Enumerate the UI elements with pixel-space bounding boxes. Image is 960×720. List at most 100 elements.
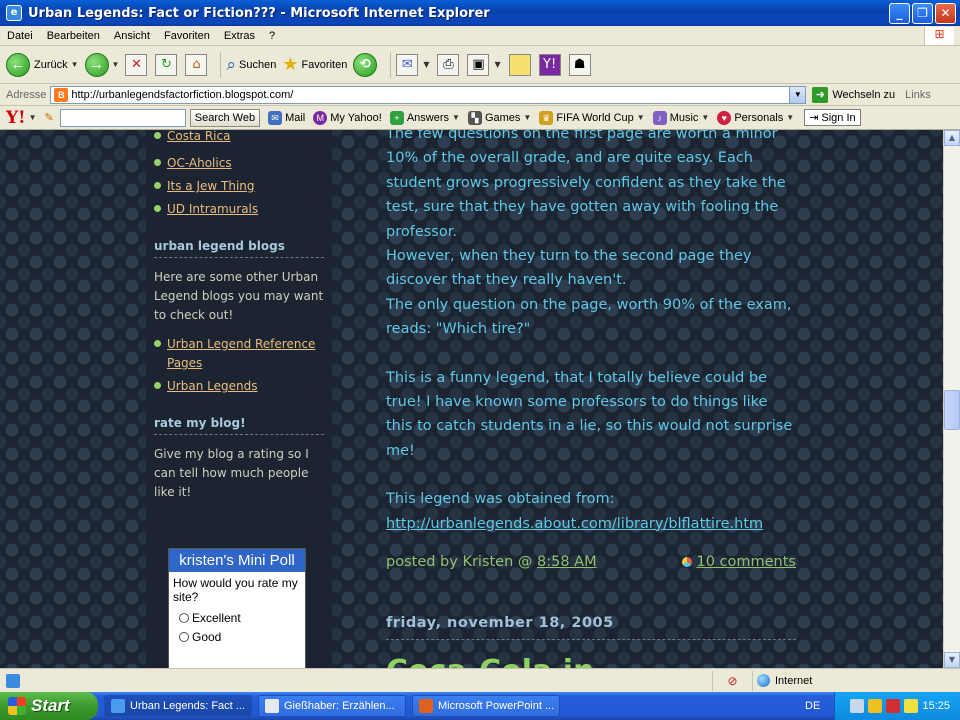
taskbar-button-powerpoint[interactable]: Microsoft PowerPoint ... [412, 695, 560, 717]
security-icon[interactable] [868, 699, 883, 713]
bullet-icon [154, 159, 161, 166]
sidebar-link-item: Urban Legends [154, 377, 332, 396]
maximize-button[interactable]: ❐ [912, 2, 933, 24]
scroll-thumb[interactable] [944, 390, 960, 430]
forward-button[interactable]: → ▼ [84, 52, 120, 77]
menu-edit[interactable]: Bearbeiten [40, 30, 107, 42]
post-time-link[interactable]: 8:58 AM [537, 554, 597, 570]
mail-dropdown-icon[interactable]: ▼ [423, 60, 429, 69]
close-button[interactable]: ✕ [935, 2, 956, 24]
vertical-scrollbar[interactable]: ▲ ▼ [943, 130, 960, 668]
sidebar-link-ud-intramurals[interactable]: UD Intramurals [167, 200, 258, 219]
sidebar-link-jew-thing[interactable]: Its a Jew Thing [167, 177, 255, 196]
sidebar-link-reference-pages[interactable]: Urban Legend Reference Pages [167, 335, 332, 373]
sign-in-icon: ⇥ [809, 112, 819, 124]
menu-favorites[interactable]: Favoriten [157, 30, 217, 42]
powerpoint-icon [419, 699, 433, 713]
globe-icon [757, 674, 770, 687]
menu-file[interactable]: Datei [0, 30, 40, 42]
radio-button[interactable] [179, 612, 189, 623]
favorites-button[interactable]: ★ Favoriten [282, 54, 347, 75]
yahoo-mail-button[interactable]: ✉ Mail [268, 110, 305, 125]
research-icon[interactable]: ☗ [568, 53, 591, 76]
poll-option[interactable]: Excellent [169, 608, 305, 627]
games-icon: ▚ [467, 110, 482, 125]
home-icon[interactable]: ⌂ [185, 53, 208, 76]
sidebar-link-oc-aholics[interactable]: OC-Aholics [167, 154, 232, 173]
search-button[interactable]: ⌕ Suchen [226, 55, 276, 75]
title-bar: e Urban Legends: Fact or Fiction??? - Mi… [0, 0, 960, 26]
start-button[interactable]: Start [0, 692, 98, 720]
games-button[interactable]: ▚ Games [467, 110, 520, 125]
sign-in-button[interactable]: ⇥ Sign In [804, 109, 861, 126]
forward-arrow-icon: → [84, 52, 109, 77]
answers-button[interactable]: + Answers [389, 110, 449, 125]
taskbar: Start Urban Legends: Fact ... Gießhaber:… [0, 692, 960, 720]
scroll-down-icon[interactable]: ▼ [944, 652, 960, 668]
radio-button[interactable] [179, 631, 189, 642]
games-dropdown-icon[interactable]: ▼ [523, 113, 531, 122]
next-post-title[interactable]: Coca-Cola in... [386, 654, 796, 668]
edit-icon[interactable]: ▣ [467, 53, 490, 76]
yahoo-messenger-icon[interactable]: Y! [538, 53, 561, 76]
menu-view[interactable]: Ansicht [107, 30, 157, 42]
notes-icon[interactable] [508, 53, 531, 76]
menu-tools[interactable]: Extras [217, 30, 262, 42]
start-label: Start [31, 696, 70, 715]
back-dropdown-icon[interactable]: ▼ [71, 60, 79, 69]
links-button[interactable]: Links [905, 89, 931, 101]
poll-question: How would you rate my site? [173, 576, 298, 604]
history-icon[interactable]: ⟲ [353, 52, 378, 77]
sign-in-label: Sign In [821, 111, 856, 124]
language-indicator[interactable]: DE [805, 700, 820, 712]
personals-label: Personals [734, 111, 784, 124]
fifa-button[interactable]: ♛ FIFA World Cup [539, 110, 634, 125]
go-button[interactable]: ➜ Wechseln zu [812, 86, 896, 103]
mail-icon[interactable]: ✉ [396, 53, 419, 76]
menu-help[interactable]: ? [262, 30, 282, 42]
taskbar-button-ie[interactable]: Urban Legends: Fact ... [104, 695, 252, 717]
print-icon[interactable]: ⎙ [437, 53, 460, 76]
clock[interactable]: 15:25 [922, 700, 950, 712]
refresh-icon[interactable]: ↻ [155, 53, 178, 76]
pencil-icon[interactable]: ✎ [45, 111, 54, 124]
menu-bar: Datei Bearbeiten Ansicht Favoriten Extra… [0, 26, 960, 46]
forward-dropdown-icon[interactable]: ▼ [112, 60, 120, 69]
zonealarm-icon[interactable] [904, 699, 919, 713]
source-link[interactable]: http://urbanlegends.about.com/library/bl… [386, 516, 763, 532]
ie-icon [111, 699, 125, 713]
sidebar-link-urban-legends[interactable]: Urban Legends [167, 377, 257, 396]
personals-button[interactable]: ♥ Personals [717, 110, 784, 125]
edit-dropdown-icon[interactable]: ▼ [494, 60, 500, 69]
answers-dropdown-icon[interactable]: ▼ [452, 113, 460, 122]
minimize-button[interactable]: _ [889, 2, 910, 24]
stop-icon[interactable]: ✕ [125, 53, 148, 76]
urban-legend-blogs-heading: urban legend blogs [154, 239, 324, 258]
go-label: Wechseln zu [832, 88, 896, 101]
scroll-up-icon[interactable]: ▲ [944, 130, 960, 146]
address-input[interactable]: B http://urbanlegendsfactorfiction.blogs… [50, 85, 807, 104]
yahoo-search-button[interactable]: Search Web [189, 108, 261, 127]
antivirus-icon[interactable] [886, 699, 901, 713]
music-button[interactable]: ♪ Music [652, 110, 698, 125]
star-icon: ★ [282, 54, 299, 74]
yahoo-dropdown-icon[interactable]: ▼ [29, 113, 37, 122]
my-yahoo-label: My Yahoo! [330, 111, 382, 124]
status-text-area [0, 673, 712, 688]
taskbar-button-document[interactable]: Gießhaber: Erzählen... [258, 695, 406, 717]
yahoo-search-input[interactable] [59, 108, 186, 127]
popup-blocker-icon[interactable]: ⊘ [727, 674, 737, 688]
fifa-dropdown-icon[interactable]: ▼ [637, 113, 645, 122]
network-icon[interactable] [850, 699, 865, 713]
task-label: Urban Legends: Fact ... [130, 700, 245, 712]
address-dropdown-icon[interactable]: ▼ [789, 86, 806, 103]
sidebar-link-item: Its a Jew Thing [154, 177, 332, 196]
back-button[interactable]: ← Zurück ▼ [6, 52, 79, 77]
music-dropdown-icon[interactable]: ▼ [701, 113, 709, 122]
poll-option[interactable]: Good [169, 627, 305, 646]
comments-link[interactable]: 10 comments [696, 554, 796, 570]
my-yahoo-button[interactable]: M My Yahoo! [313, 110, 382, 125]
personals-dropdown-icon[interactable]: ▼ [786, 113, 794, 122]
yahoo-logo[interactable]: Y! [0, 108, 26, 128]
sidebar-link-costa-rica[interactable]: Costa Rica [167, 130, 230, 146]
